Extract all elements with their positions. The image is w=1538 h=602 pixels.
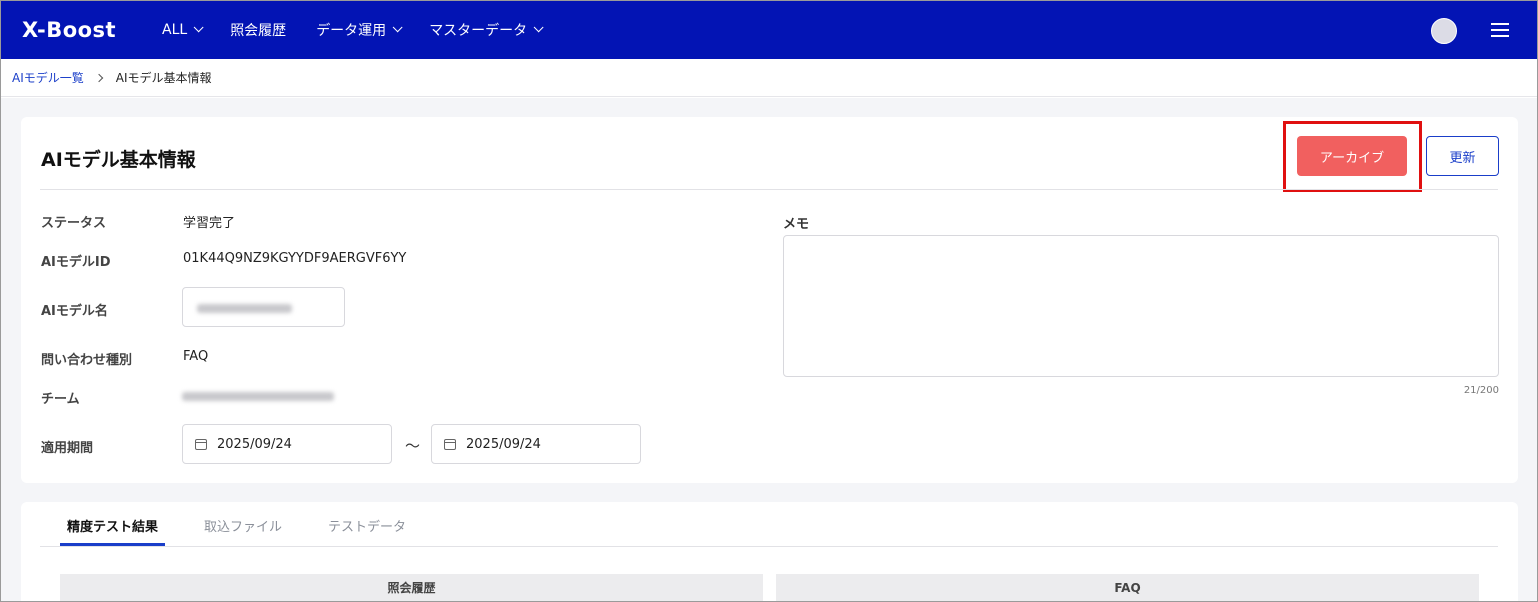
- blurred-team-name: [182, 392, 334, 401]
- tab-imported-files[interactable]: 取込ファイル: [197, 502, 289, 546]
- user-avatar[interactable]: [1431, 18, 1457, 44]
- team-label: チーム: [41, 392, 80, 407]
- table-header-inquiry-history: 照会履歴: [60, 574, 763, 602]
- hamburger-icon[interactable]: [1491, 23, 1509, 37]
- start-date-picker[interactable]: 2025/09/24: [182, 424, 392, 464]
- period-separator: ～: [405, 437, 421, 455]
- nav-item-label: マスターデータ: [429, 22, 528, 39]
- status-value: 学習完了: [183, 216, 236, 231]
- end-date-value: 2025/09/24: [466, 436, 541, 452]
- results-card: 精度テスト結果 取込ファイル テストデータ 照会履歴 FAQ: [21, 502, 1518, 602]
- memo-char-count: 21/200: [1463, 385, 1499, 396]
- nav-item-master-data[interactable]: マスターデータ: [429, 20, 544, 40]
- calendar-icon: [195, 438, 207, 450]
- period-label: 適用期間: [41, 441, 94, 456]
- chevron-down-icon: [533, 22, 544, 33]
- tab-test-data[interactable]: テストデータ: [321, 502, 413, 546]
- calendar-icon: [444, 438, 456, 450]
- tab-bar: 精度テスト結果 取込ファイル テストデータ: [60, 502, 445, 546]
- chevron-down-icon: [392, 22, 403, 33]
- end-date-picker[interactable]: 2025/09/24: [431, 424, 641, 464]
- divider: [40, 189, 1498, 190]
- update-button[interactable]: 更新: [1426, 136, 1499, 176]
- nav-item-label: データ運用: [316, 22, 387, 39]
- breadcrumb-current: AIモデル基本情報: [115, 71, 212, 85]
- start-date-value: 2025/09/24: [217, 436, 292, 452]
- page-title: AIモデル基本情報: [41, 149, 196, 171]
- model-id-value: 01K44Q9NZ9KGYYDF9AERGVF6YY: [183, 251, 407, 266]
- blurred-model-name: [197, 304, 292, 313]
- archive-button[interactable]: アーカイブ: [1297, 136, 1407, 176]
- model-name-input[interactable]: [182, 287, 345, 327]
- inquiry-type-value: FAQ: [183, 349, 209, 364]
- model-name-label: AIモデル名: [41, 304, 108, 319]
- nav-item-data-operation[interactable]: データ運用: [316, 20, 403, 40]
- chevron-right-icon: [94, 73, 103, 82]
- chevron-down-icon: [193, 22, 204, 33]
- breadcrumb-link-ai-model-list[interactable]: AIモデル一覧: [12, 69, 84, 86]
- nav-item-inquiry-history[interactable]: 照会履歴: [230, 20, 286, 40]
- status-label: ステータス: [41, 216, 107, 231]
- x-boost-logo[interactable]: X-Boost: [22, 14, 116, 46]
- memo-textarea[interactable]: [783, 235, 1499, 377]
- inquiry-type-label: 問い合わせ種別: [41, 353, 133, 368]
- model-id-label: AIモデルID: [41, 255, 111, 270]
- nav-item-label: ALL: [162, 21, 188, 38]
- tab-accuracy-test-results[interactable]: 精度テスト結果: [60, 502, 166, 546]
- nav-item-all[interactable]: ALL: [162, 21, 204, 38]
- ai-model-info-card: AIモデル基本情報 アーカイブ 更新 ステータス 学習完了 AIモデルID 01…: [21, 117, 1518, 483]
- logo-text: X-Boost: [22, 18, 117, 42]
- divider: [40, 546, 1498, 547]
- table-header-faq: FAQ: [776, 574, 1479, 602]
- memo-label: メモ: [783, 217, 810, 232]
- nav-item-label: 照会履歴: [230, 22, 287, 39]
- breadcrumb: AIモデル一覧 AIモデル基本情報: [0, 59, 1538, 97]
- top-navigation-bar: X-Boost ALL 照会履歴 データ運用 マスターデータ: [0, 0, 1538, 59]
- main-nav: ALL 照会履歴 データ運用 マスターデータ: [162, 0, 570, 59]
